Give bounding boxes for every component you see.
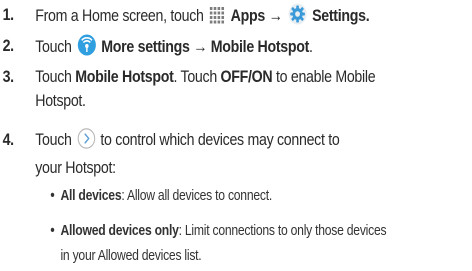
bullet-line: in your Allowed devices list. — [60, 248, 202, 264]
settings-gear-icon — [288, 3, 307, 32]
mobile-hotspot-label: Mobile Hotspot — [210, 38, 310, 56]
instruction-document: 1. From a Home screen, touch Apps → Sett… — [0, 0, 472, 271]
step-number: 3. — [2, 68, 15, 86]
step-line: your Hotspot: — [35, 159, 116, 177]
settings-label: Settings — [312, 7, 366, 25]
arrow: → — [193, 38, 208, 56]
apps-label: Apps — [230, 7, 266, 25]
more-settings-label: More settings — [101, 38, 190, 56]
off-on-label: OFF/ON — [220, 68, 273, 86]
mobile-hotspot-label: Mobile Hotspot — [75, 68, 174, 86]
arrow: → — [268, 7, 283, 25]
more-settings-icon — [77, 34, 96, 63]
step-line: Touch to control which devices may conne… — [35, 128, 448, 156]
bullet-text: Allowed devices only: Limit connections … — [60, 219, 413, 269]
bullet-line: Allowed devices only: Limit connections … — [60, 223, 387, 239]
step-text: Touch to control which devices may conne… — [35, 128, 448, 180]
bullet-dot: • — [50, 223, 55, 239]
apps-grid-icon — [208, 6, 226, 32]
step-text: Touch More settings → Mobile Hotspot. — [35, 34, 448, 63]
step-number: 2. — [2, 37, 15, 55]
bullet-label: All devices — [60, 188, 122, 204]
chevron-right-circle-icon — [77, 128, 95, 156]
step-text: From a Home screen, touch Apps → Setting… — [35, 3, 448, 32]
bullet-text: All devices: Allow all devices to connec… — [60, 188, 272, 204]
step-number: 4. — [2, 131, 15, 149]
bullet-label: Allowed devices only — [60, 223, 179, 239]
step-line: Touch Mobile Hotspot. Touch OFF/ON to en… — [35, 68, 376, 86]
step-line: Hotspot. — [35, 92, 86, 110]
step-text: Touch Mobile Hotspot. Touch OFF/ON to en… — [35, 65, 448, 113]
bullet-dot: • — [50, 188, 55, 204]
step-number: 1. — [2, 6, 15, 24]
